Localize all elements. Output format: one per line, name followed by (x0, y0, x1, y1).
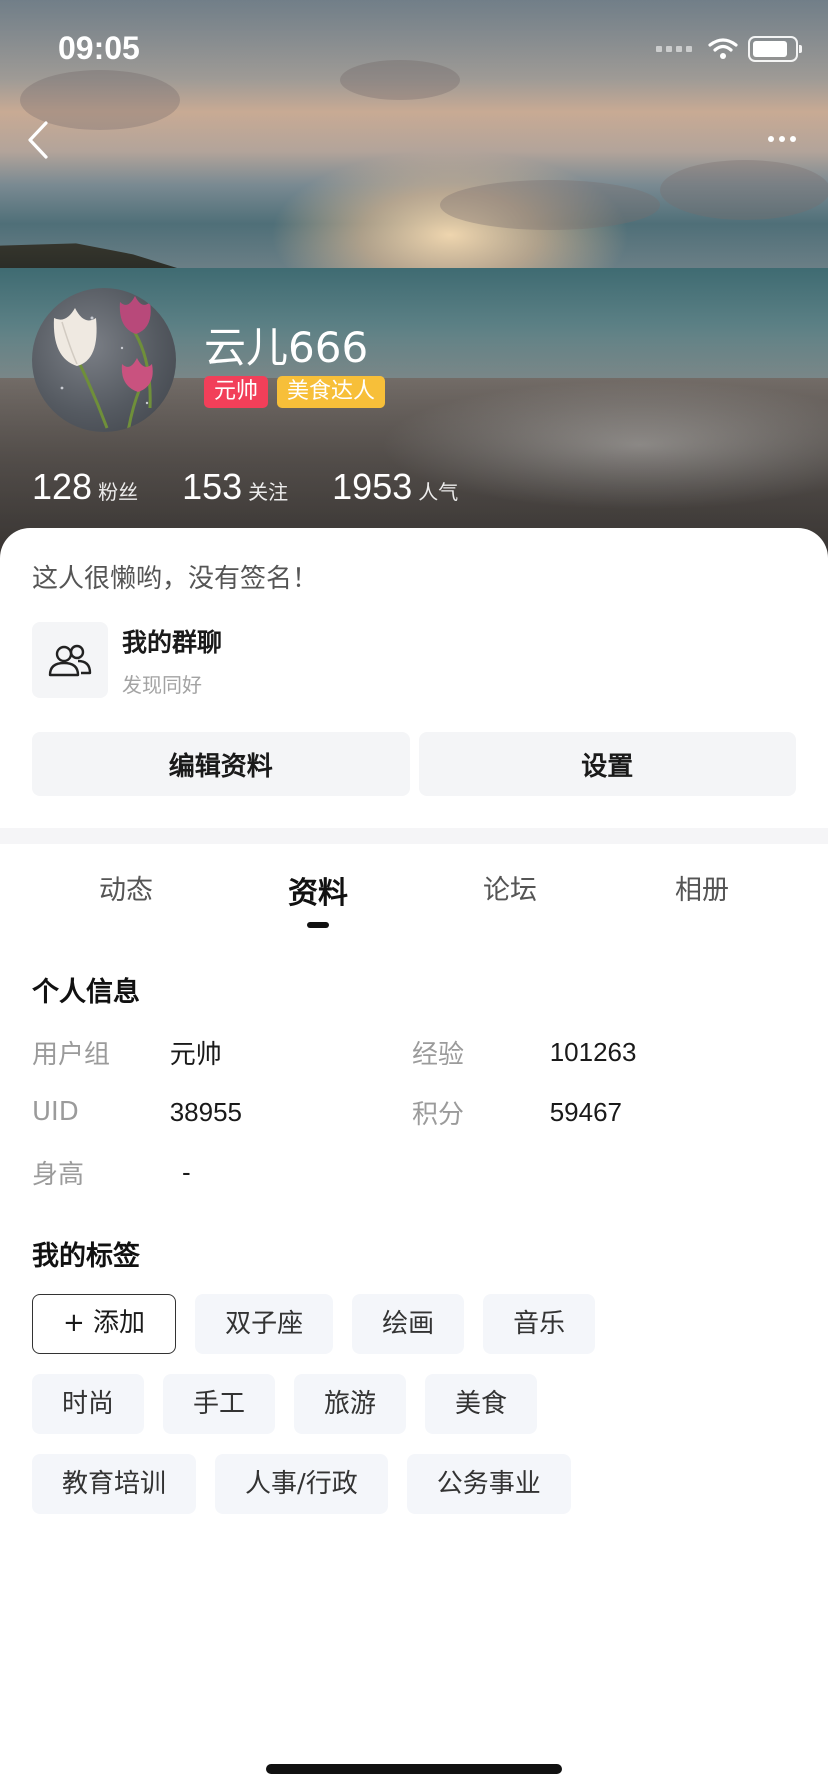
tag-row: + 添加 双子座 绘画 音乐 (32, 1294, 802, 1354)
edit-profile-button[interactable]: 编辑资料 (32, 732, 410, 796)
more-options-button[interactable] (762, 124, 802, 154)
group-chat-title: 我的群聊 (122, 627, 223, 657)
tulip-avatar-image (53, 296, 153, 432)
tab-label: 资料 (288, 876, 348, 911)
info-value-uid: 38955 (169, 1096, 242, 1127)
tag-chip[interactable]: 旅游 (294, 1374, 407, 1434)
tab-forum[interactable]: 论坛 (414, 868, 606, 938)
tag-chip[interactable]: 公务事业 (406, 1454, 571, 1514)
avatar[interactable] (32, 288, 176, 432)
section-divider (0, 828, 828, 844)
tab-profile-info[interactable]: 资料 (222, 868, 414, 938)
add-tag-button[interactable]: + 添加 (32, 1294, 177, 1354)
more-dot-icon (768, 136, 774, 142)
tag-chip[interactable]: 绘画 (352, 1294, 465, 1354)
info-row: UID 38955 积分 59467 (32, 1082, 792, 1142)
status-icons (656, 36, 802, 62)
more-dot-icon (779, 136, 785, 142)
tag-chip[interactable]: 人事/行政 (215, 1454, 388, 1514)
signature-text: 这人很懒哟，没有签名！ (32, 564, 319, 594)
chevron-left-icon (28, 121, 48, 159)
stat-following[interactable]: 153 关注 (182, 466, 288, 508)
info-value-height: - (182, 1156, 191, 1187)
info-value-user-group: 元帅 (169, 1038, 222, 1069)
info-label-uid: UID (32, 1097, 79, 1127)
stat-value: 1953 (332, 466, 413, 507)
home-indicator[interactable] (266, 1764, 562, 1774)
profile-actions: 编辑资料 设置 (32, 732, 796, 796)
tab-album[interactable]: 相册 (606, 868, 798, 938)
tag-chip[interactable]: 时尚 (32, 1374, 145, 1434)
group-icon (48, 644, 92, 677)
rank-badge: 元帅 (204, 376, 269, 408)
stat-value: 153 (182, 466, 243, 507)
info-value-points: 59467 (549, 1096, 622, 1127)
stat-label: 关注 (248, 480, 289, 504)
title-badge: 美食达人 (277, 376, 386, 408)
info-row: 身高 - (32, 1142, 792, 1202)
more-dot-icon (790, 136, 796, 142)
profile-stats: 128 粉丝 153 关注 1953 人气 (32, 466, 502, 508)
tag-chip[interactable]: 教育培训 (32, 1454, 197, 1514)
back-button[interactable] (18, 118, 58, 162)
info-value-experience: 101263 (549, 1036, 637, 1067)
info-row: 用户组 元帅 经验 101263 (32, 1022, 792, 1082)
stat-value: 128 (32, 466, 93, 507)
tag-row: 时尚 手工 旅游 美食 (32, 1374, 802, 1434)
info-label-points: 积分 (412, 1099, 465, 1130)
group-chat-text: 我的群聊 发现同好 (122, 623, 222, 698)
stat-label: 人气 (418, 480, 459, 504)
tag-chip[interactable]: 双子座 (195, 1294, 334, 1354)
stat-followers[interactable]: 128 粉丝 (32, 466, 138, 508)
status-time: 09:05 (58, 30, 140, 66)
stat-popularity[interactable]: 1953 人气 (332, 466, 458, 508)
tab-label: 相册 (675, 875, 729, 906)
info-label-user-group: 用户组 (32, 1039, 111, 1070)
username: 云儿666 (204, 323, 369, 372)
tab-label: 动态 (99, 875, 153, 906)
battery-icon (748, 36, 802, 62)
group-icon-box (32, 622, 108, 698)
tag-chip[interactable]: 手工 (163, 1374, 276, 1434)
battery-level-fill (753, 41, 787, 57)
personal-info-title: 个人信息 (32, 977, 140, 1008)
info-label-height: 身高 (32, 1159, 85, 1190)
tag-list: + 添加 双子座 绘画 音乐 时尚 手工 旅游 美食 教育培训 人事/行政 公务… (32, 1294, 802, 1534)
profile-tabs: 动态 资料 论坛 相册 (0, 868, 828, 938)
badge-list: 元帅 美食达人 (204, 376, 386, 408)
info-label-experience: 经验 (412, 1039, 465, 1070)
group-chat-subtitle: 发现同好 (122, 672, 202, 697)
settings-button[interactable]: 设置 (418, 732, 796, 796)
tag-chip[interactable]: 美食 (425, 1374, 538, 1434)
tab-posts[interactable]: 动态 (30, 868, 222, 938)
profile-card: 这人很懒哟，没有签名！ 我的群聊 发现同好 编辑资料 设置 动态 资料 论坛 相… (0, 528, 828, 1792)
group-chat-entry[interactable]: 我的群聊 发现同好 (32, 622, 432, 698)
personal-info-grid: 用户组 元帅 经验 101263 UID 38955 积分 59467 身高 - (32, 1022, 792, 1202)
tab-label: 论坛 (483, 875, 537, 906)
tag-chip[interactable]: 音乐 (483, 1294, 596, 1354)
active-tab-indicator (307, 922, 329, 928)
cellular-signal-icon (656, 46, 692, 52)
tag-row: 教育培训 人事/行政 公务事业 (32, 1454, 802, 1514)
stat-label: 粉丝 (98, 480, 139, 504)
wifi-icon (708, 38, 738, 59)
my-tags-title: 我的标签 (32, 1241, 140, 1272)
